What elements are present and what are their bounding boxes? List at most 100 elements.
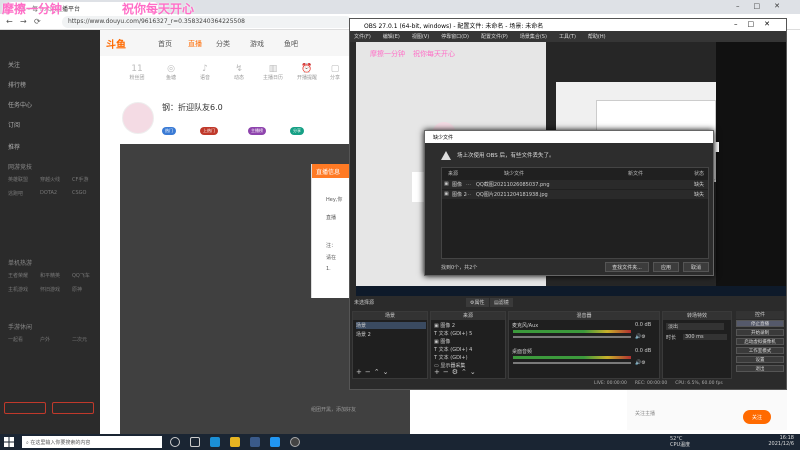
streamer-avatar[interactable]	[122, 102, 154, 134]
category-link[interactable]: 逃跑吧	[8, 190, 23, 197]
source-item[interactable]: T 文本 (GDI+) 4	[434, 346, 472, 353]
sidebar-promo-button[interactable]	[4, 402, 46, 414]
file-explorer-icon[interactable]	[230, 437, 240, 447]
cortana-icon[interactable]	[170, 437, 180, 447]
nav-fishbar[interactable]: 鱼吧	[284, 39, 298, 49]
back-icon[interactable]: ←	[6, 17, 13, 26]
source-item[interactable]: T 文本 (GDI+)	[434, 354, 468, 361]
speaker-icon[interactable]: 🔊⚙	[635, 334, 646, 340]
fans-club-button[interactable]: 11 粉丝团	[122, 64, 152, 81]
feed-button[interactable]: ↯ 动态	[224, 64, 254, 81]
filters-button[interactable]: ▤滤镜	[490, 298, 513, 307]
nav-home[interactable]: 首页	[158, 39, 172, 49]
cpu-temp-widget[interactable]: 52°C CPU温度	[670, 436, 690, 448]
sidebar-promo-button[interactable]	[52, 402, 94, 414]
category-link[interactable]: QQ飞车	[72, 272, 90, 279]
menu-help[interactable]: 帮助(H)	[588, 34, 606, 40]
follow-button[interactable]: 关注	[743, 410, 771, 424]
fish-pond-button[interactable]: ◎ 鱼塘	[156, 64, 186, 81]
nav-category[interactable]: 分类	[216, 39, 230, 49]
menu-view[interactable]: 视图(V)	[412, 34, 429, 40]
room-notice: 组团开黑，添加好友	[311, 407, 357, 413]
cancel-button[interactable]: 取消	[683, 262, 709, 272]
calendar-button[interactable]: ▥ 主播日历	[258, 64, 288, 81]
category-link[interactable]: 主机游戏	[8, 286, 28, 293]
category-link[interactable]: DOTA2	[40, 190, 57, 196]
nav-games[interactable]: 游戏	[250, 39, 264, 49]
reminder-button[interactable]: ⏰ 开播提醒	[292, 64, 322, 81]
obs-icon[interactable]	[290, 437, 300, 447]
menu-edit[interactable]: 编辑(E)	[383, 34, 400, 40]
category-link[interactable]: 二次元	[72, 336, 87, 343]
obs-window-controls[interactable]: –□✕	[734, 20, 780, 28]
url-input[interactable]: https://www.douyu.com/9616327_r=0.358324…	[62, 16, 352, 28]
browse-button[interactable]: …	[466, 191, 471, 197]
sidebar-item-rank[interactable]: 排行榜	[8, 80, 26, 89]
system-clock[interactable]: 16:18 2021/12/6	[768, 435, 794, 447]
category-link[interactable]: 和平精英	[40, 272, 60, 279]
properties-button[interactable]: ⚙属性	[466, 298, 489, 307]
transition-select[interactable]: 淡出	[666, 323, 724, 330]
sidebar-item-task[interactable]: 任务中心	[8, 100, 32, 109]
stop-streaming-button[interactable]: 停止直播	[736, 320, 784, 327]
category-link[interactable]: 穿越火线	[40, 176, 60, 183]
reload-icon[interactable]: ⟳	[34, 17, 41, 26]
source-item[interactable]: T 文本 (GDI+) 5	[434, 330, 472, 337]
site-logo[interactable]: 斗鱼	[106, 36, 126, 51]
studio-mode-button[interactable]: 工作室模式	[736, 347, 784, 354]
column-header: 状态	[694, 171, 705, 177]
category-link[interactable]: CSGO	[72, 190, 86, 196]
source-item[interactable]: ▣ 图像 2	[434, 322, 455, 329]
edge-icon[interactable]	[210, 437, 220, 447]
table-row[interactable]: ▣ 图像 … QQ截图20211026085037.png 缺失	[442, 180, 708, 189]
right-panel-text: 关注主播	[635, 411, 656, 417]
category-link[interactable]: 户外	[40, 336, 50, 343]
share-button[interactable]: ▢ 分享	[320, 64, 350, 81]
browse-button[interactable]: …	[466, 181, 471, 187]
scene-item[interactable]: 场景	[356, 322, 426, 329]
start-recording-button[interactable]: 开始录制	[736, 329, 784, 336]
table-row[interactable]: ▣ 图像 2 … QQ图片20211204181938.jpg 缺失	[442, 190, 708, 199]
menu-docks[interactable]: 停靠窗口(D)	[441, 34, 469, 40]
sidebar-item-subscribe[interactable]: 订阅	[8, 120, 20, 129]
menu-scene-collection[interactable]: 场景集合(S)	[520, 34, 547, 40]
category-link[interactable]: 一起看	[8, 336, 23, 343]
forward-icon[interactable]: →	[20, 17, 27, 26]
category-link[interactable]: 怀旧游戏	[40, 286, 60, 293]
steam-icon[interactable]	[250, 437, 260, 447]
virtual-camera-button[interactable]: 启动虚拟摄像机	[736, 338, 784, 345]
search-folder-button[interactable]: 查找文件夹...	[605, 262, 649, 272]
menu-profile[interactable]: 配置文件(P)	[481, 34, 508, 40]
task-view-icon[interactable]	[190, 437, 200, 447]
voice-button[interactable]: ♪ 语音	[190, 64, 220, 81]
speaker-icon[interactable]: 🔊⚙	[635, 360, 646, 366]
category-link[interactable]: 王者荣耀	[8, 272, 28, 279]
exit-button[interactable]: 退出	[736, 365, 784, 372]
taskbar-search-input[interactable]: ⌕ 在这里输入你要搜索的内容	[22, 436, 162, 448]
nav-live[interactable]: 直播	[188, 39, 202, 49]
text-icon: T	[434, 331, 438, 337]
missing-files-table: 来源 缺少文件 新文件 状态 ▣ 图像 … QQ截图20211026085037…	[441, 167, 709, 259]
menu-file[interactable]: 文件(F)	[354, 34, 371, 40]
category-link[interactable]: CF手游	[72, 176, 88, 183]
category-link[interactable]: 原神	[72, 286, 82, 293]
obs-statusbar: LIVE: 00:00:00 REC: 00:00:00 CPU: 6.5%, 60…	[350, 379, 786, 389]
settings-button[interactable]: 设置	[736, 356, 784, 363]
scenes-dock-title: 场景	[353, 312, 427, 320]
sources-dock-footer[interactable]: +−⚙⌃⌄	[434, 368, 479, 376]
source-item[interactable]: ▣ 图像	[434, 338, 450, 345]
volume-slider[interactable]	[513, 362, 631, 364]
menu-tools[interactable]: 工具(T)	[559, 34, 576, 40]
sidebar-item-follow[interactable]: 关注	[8, 60, 20, 69]
scene-item[interactable]: 场景 2	[356, 331, 371, 338]
browser-window-controls[interactable]: –□✕	[736, 2, 794, 10]
column-header: 来源	[448, 171, 459, 177]
category-link[interactable]: 英雄联盟	[8, 176, 28, 183]
windows-start-icon[interactable]	[4, 437, 14, 447]
duration-input[interactable]: 300 ms	[683, 334, 727, 340]
sidebar-item-recommend[interactable]: 推荐	[8, 142, 20, 151]
messenger-icon[interactable]	[270, 437, 280, 447]
apply-button[interactable]: 应用	[653, 262, 679, 272]
scene-dock-footer[interactable]: +−⌃⌄	[356, 368, 391, 376]
volume-slider[interactable]	[513, 336, 631, 338]
